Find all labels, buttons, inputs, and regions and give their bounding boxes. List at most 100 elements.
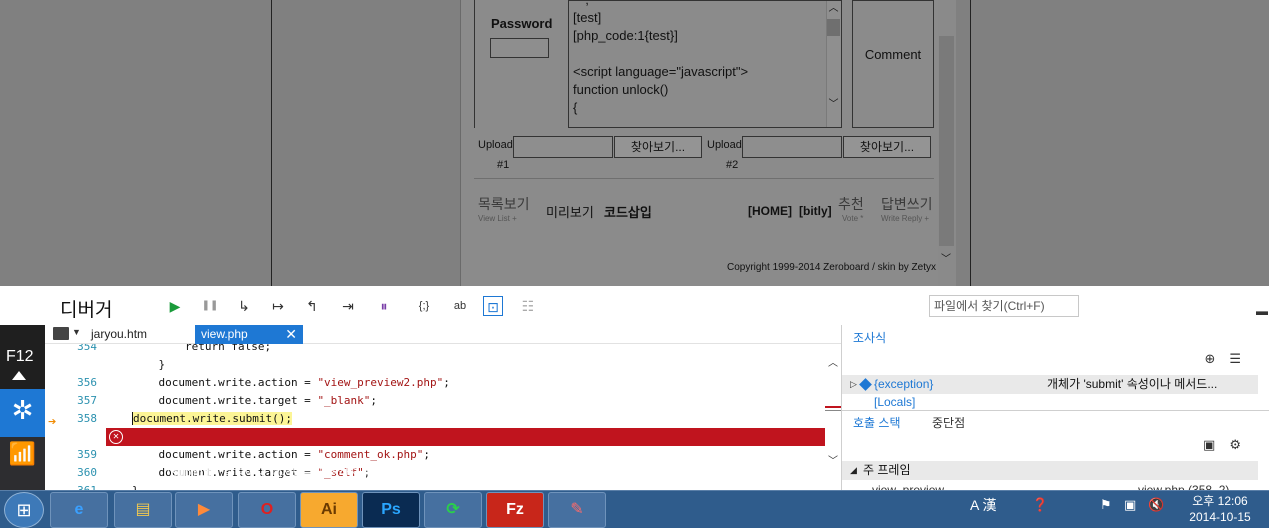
chevron-down-icon[interactable]: ﹀ [828,99,839,111]
collapse-icon[interactable]: ◢ [850,461,857,480]
photoshop-icon[interactable]: Ps [362,492,420,528]
write-reply-link[interactable]: 답변쓰기 [881,194,933,214]
line-number: 357 [77,394,97,407]
just-my-code-icon[interactable]: ⊡ [483,296,503,316]
code-text: document.write.action = "comment_ok.php"… [132,448,431,461]
tab-callstack[interactable]: 호출 스택 [853,414,901,431]
page-scroll-thumb[interactable] [939,36,954,246]
vote-link[interactable]: 추천 [838,194,864,214]
watch-toolbar: ⊕☰ [1204,351,1255,367]
textarea-line: ^^; [573,1,748,9]
chevron-down-icon[interactable]: ﹀ [827,452,839,467]
upload2-field[interactable] [742,136,842,158]
code-insert-link[interactable]: 코드삽입 [604,202,652,221]
chevron-up-icon[interactable]: ︿ [827,354,839,369]
source-map-icon[interactable]: ☷ [518,296,538,316]
explorer-icon[interactable]: ▤ [114,492,172,528]
show-frames-icon[interactable]: ▣ [1203,437,1229,452]
sync-icon[interactable]: ⟳ [424,492,482,528]
code-line[interactable]: 356 document.write.action = "view_previe… [45,374,825,392]
network-tool-icon[interactable]: 📶 [0,441,45,467]
network-icon[interactable]: ▣ [1124,497,1136,513]
more-icon[interactable]: ▬ [1256,304,1268,318]
code-line[interactable]: } [45,356,825,374]
help-icon[interactable]: ❓ [1032,497,1048,513]
pretty-print-icon[interactable]: {;} [414,296,434,316]
password-input[interactable] [490,38,549,58]
start-button[interactable]: ⊞ [4,492,44,528]
ie-icon[interactable]: e [50,492,108,528]
chevron-down-icon[interactable]: ﹀ [941,250,951,265]
step-into-icon[interactable]: ↳ [234,296,254,316]
code-line[interactable]: 357 document.write.target = "_blank"; [45,392,825,410]
volume-icon[interactable]: 🔇 [1148,497,1164,513]
debugger-tool-button[interactable]: ✲ [0,389,45,437]
flag-icon[interactable]: ⚑ [1100,497,1112,513]
find-in-file-input[interactable]: 파일에서 찾기(Ctrl+F) [929,295,1079,317]
current-statement-highlight: document.write.submit(); [132,412,292,425]
upload2-label: Upload [707,139,742,151]
code-line[interactable]: 358 document.write.submit(); [45,410,825,428]
home-link[interactable]: [HOME] [748,204,792,218]
add-watch-icon[interactable]: ⊕ [1204,351,1229,366]
tab-breakpoints[interactable]: 중단점 [932,414,965,431]
media-player-icon[interactable]: ▶ [175,492,233,528]
exception-behavior-icon[interactable]: ⏸ [374,296,394,316]
bitly-link[interactable]: [bitly] [799,204,832,218]
tray-ime[interactable]: A 漢 [970,495,996,515]
code-editor[interactable]: 354 return false; } 356 document.write.ac… [45,344,841,490]
step-over-icon[interactable]: ↦ [268,296,288,316]
upload1-field[interactable] [513,136,613,158]
clock[interactable]: 오후 12:06 2014-10-15 [1180,493,1260,525]
callstack-pane: 호출 스택 중단점 ▣⚙ ◢ 주 프레임 view_preview view.p… [841,410,1269,497]
watch-pane: 조사식 ⊕☰ ▷ {exception} 개체가 'submit' 속성이나 메… [841,325,1269,410]
view-list-sub: View List + [478,214,517,223]
folder-icon[interactable] [53,327,69,340]
upload2-browse-button[interactable]: 찾아보기... [843,136,931,158]
watch-row-locals[interactable]: [Locals] [874,395,915,409]
debugger-toolbar: 디버거 ▶ ❚❚ ↳ ↦ ↰ ⇥ ⏸ {;} ab ⊡ ☷ 파일에서 찾기(Ct… [0,286,1269,325]
view-list-link[interactable]: 목록보기 [478,194,530,214]
textarea-line: { [573,100,578,115]
f12-label: F12 [6,348,34,365]
code-line[interactable]: 359 document.write.action = "comment_ok.… [45,446,825,464]
collapse-icon[interactable] [12,371,26,380]
chevron-up-icon[interactable]: ︿ [828,3,839,15]
settings-icon[interactable]: ⚙ [1229,437,1255,452]
opera-icon[interactable]: O [238,492,296,528]
object-icon [859,378,872,391]
tab-jaryou[interactable]: jaryou.htm [85,325,195,344]
error-icon: ✕ [109,430,123,444]
tab-view-php[interactable]: view.php ✕ [195,325,303,344]
expand-icon[interactable]: ▷ [850,375,857,394]
delete-all-watches-icon[interactable]: ☰ [1229,351,1255,366]
code-line[interactable]: 354 return false; [45,344,825,356]
code-scrollbar[interactable]: ︿ ﹀ [825,344,841,490]
pause-icon[interactable]: ❚❚ [200,296,220,316]
comment-button[interactable]: Comment [852,0,934,128]
illustrator-icon[interactable]: Ai [300,492,358,528]
watch-row-exception[interactable]: ▷ {exception} 개체가 'submit' 속성이나 메서드... [842,375,1258,394]
caret-down-icon[interactable]: ▼ [72,327,81,337]
string-literal: "_blank" [317,394,371,407]
break-on-new-worker-icon[interactable]: ⇥ [338,296,358,316]
preview-link[interactable]: 미리보기 [546,202,594,221]
main-frame-row[interactable]: ◢ 주 프레임 [842,461,1258,480]
page-scrollbar[interactable]: ﹀ [938,0,956,286]
upload1-browse-button[interactable]: 찾아보기... [614,136,702,158]
word-wrap-icon[interactable]: ab [450,296,470,316]
code-text: document.write.submit(); [132,410,292,428]
notepad-icon[interactable]: ✎ [548,492,606,528]
code-line[interactable]: 361} [45,482,825,490]
textarea-scroll-thumb[interactable] [827,19,840,36]
close-icon[interactable]: ✕ [285,325,297,344]
continue-icon[interactable]: ▶ [165,296,185,316]
string-literal: "comment_ok.php" [317,448,424,461]
textarea-scrollbar[interactable]: ︿ ﹀ [826,1,841,127]
step-out-icon[interactable]: ↰ [302,296,322,316]
f12-tool-rail: F12 ✲ 📶 [0,325,45,490]
comment-textarea[interactable]: ^^;[test] [php_code:1{test}] <script lang… [568,0,842,128]
error-marker [825,406,841,408]
filezilla-icon[interactable]: Fz [486,492,544,528]
line-number: 361 [75,482,97,490]
